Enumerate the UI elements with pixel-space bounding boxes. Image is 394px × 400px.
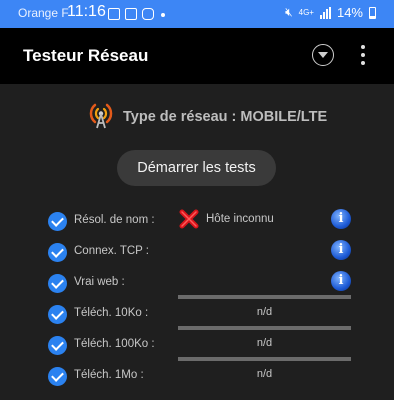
instagram-icon [142, 8, 154, 20]
app-title: Testeur Réseau [23, 46, 149, 65]
more-notifications-icon [161, 13, 165, 17]
dropdown-button[interactable] [312, 44, 334, 66]
dl-1m-progress-bar [178, 357, 351, 361]
dl-10k-progress-bar [178, 295, 351, 299]
fail-icon [179, 209, 199, 229]
notification-icon [108, 8, 120, 20]
dl-100k-label: Téléch. 100Ko : [74, 338, 155, 350]
dl-100k-progress-text: n/d [256, 337, 273, 349]
test-row-dl-1m: Téléch. 1Mo : n/d [0, 357, 394, 393]
tcp-info-button[interactable] [331, 240, 351, 260]
dns-info-button[interactable] [331, 209, 351, 229]
dl-100k-progress-bar [178, 326, 351, 330]
battery-level: 14% [336, 5, 363, 20]
app-bar: Testeur Réseau [0, 28, 394, 84]
test-row-tcp: Connex. TCP : [0, 239, 394, 269]
test-row-dns: Résol. de nom : Hôte inconnu [0, 208, 394, 238]
dl-10k-checkbox[interactable] [48, 305, 67, 324]
network-badge: 4G+ [298, 7, 314, 17]
carrier-name: Orange F [18, 6, 69, 20]
dl-1m-progress-text: n/d [256, 368, 273, 380]
network-type-label: Type de réseau : MOBILE/LTE [123, 109, 328, 125]
status-right: 🔇︎ 4G+ 14% [285, 5, 376, 20]
signal-icon [319, 6, 331, 19]
message-icon [125, 8, 137, 20]
dl-1m-checkbox[interactable] [48, 367, 67, 386]
clock: 11:16 [67, 3, 106, 20]
antenna-icon [89, 103, 113, 129]
web-label: Vrai web : [74, 276, 125, 288]
dl-10k-progress-text: n/d [256, 306, 273, 318]
dl-1m-label: Téléch. 1Mo : [74, 369, 144, 381]
status-bar: Orange F 11:16 🔇︎ 4G+ 14% [0, 0, 394, 28]
web-checkbox[interactable] [48, 274, 67, 293]
battery-icon [369, 6, 376, 19]
dns-label: Résol. de nom : [74, 214, 155, 226]
tcp-checkbox[interactable] [48, 243, 67, 262]
mute-icon: 🔇︎ [285, 5, 293, 19]
dl-10k-label: Téléch. 10Ko : [74, 307, 149, 319]
tcp-label: Connex. TCP : [74, 245, 150, 257]
dl-100k-checkbox[interactable] [48, 336, 67, 355]
dns-result: Hôte inconnu [206, 213, 274, 225]
start-tests-button[interactable]: Démarrer les tests [117, 150, 276, 186]
dns-checkbox[interactable] [48, 212, 67, 231]
web-info-button[interactable] [331, 271, 351, 291]
overflow-menu-button[interactable] [356, 44, 370, 66]
